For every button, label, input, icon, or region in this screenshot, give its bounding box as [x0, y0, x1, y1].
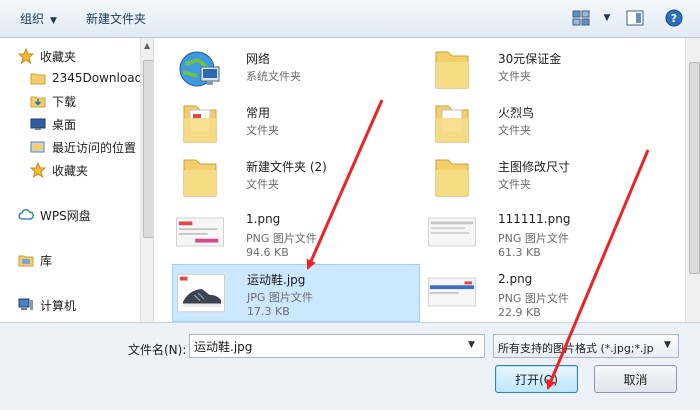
- file-item-folder-flamingo[interactable]: 火烈鸟 文件夹: [424, 98, 664, 150]
- toolbar: 组织 ▼ 新建文件夹 ▼ ?: [0, 0, 700, 38]
- download-folder-icon: [30, 93, 46, 109]
- filename-history-chevron-icon[interactable]: ▼: [468, 340, 475, 350]
- nav-label: 下载: [52, 94, 77, 109]
- library-icon: [18, 252, 34, 268]
- file-name: 1.png: [246, 212, 281, 226]
- file-type: 文件夹: [498, 178, 531, 191]
- file-name: 111111.png: [498, 212, 571, 226]
- folder-icon: [176, 154, 224, 202]
- change-view-icon[interactable]: [570, 8, 592, 28]
- file-item-folder-30yuan[interactable]: 30元保证金 文件夹: [424, 44, 664, 96]
- open-button[interactable]: 打开(O): [495, 365, 578, 393]
- file-name: 30元保证金: [498, 52, 562, 66]
- star-icon: [18, 48, 34, 64]
- network-globe-icon: [176, 46, 224, 94]
- filename-input[interactable]: [189, 334, 485, 358]
- file-item-folder-new-2[interactable]: 新建文件夹 (2) 文件夹: [172, 152, 412, 204]
- file-name: 常用: [246, 106, 271, 120]
- file-size: 17.3 KB: [247, 305, 290, 318]
- filename-label: 文件名(N):: [128, 343, 187, 357]
- desktop-icon: [30, 116, 46, 132]
- file-type: 文件夹: [246, 124, 279, 137]
- image-thumbnail-icon: [428, 208, 476, 256]
- nav-item-desktop[interactable]: 桌面: [30, 114, 76, 134]
- file-type: JPG 图片文件: [247, 291, 313, 304]
- nav-label: 2345Downloads: [52, 71, 149, 85]
- nav-label: 收藏夹: [52, 163, 89, 178]
- star-icon: [30, 162, 46, 178]
- nav-item-recent-places[interactable]: 最近访问的位置: [30, 137, 136, 157]
- filter-chevron-down-icon[interactable]: ▼: [664, 340, 671, 350]
- nav-item-downloads[interactable]: 下载: [30, 91, 76, 111]
- nav-item-wps-cloud[interactable]: WPS网盘: [18, 205, 91, 225]
- nav-scrollbar-thumb[interactable]: [143, 60, 153, 238]
- image-thumbnail-icon: [428, 268, 476, 316]
- nav-item-computer[interactable]: 计算机: [18, 295, 76, 315]
- nav-label: WPS网盘: [40, 208, 91, 223]
- folder-icon: [428, 100, 476, 148]
- file-size: 22.9 KB: [498, 306, 541, 319]
- file-item-network[interactable]: 网络 系统文件夹: [172, 44, 412, 96]
- preview-pane-icon[interactable]: [624, 8, 646, 28]
- new-folder-button[interactable]: 新建文件夹: [86, 10, 146, 27]
- scroll-up-arrow-icon[interactable]: ▲: [144, 41, 150, 50]
- svg-text:?: ?: [671, 12, 677, 25]
- file-type: 文件夹: [498, 124, 531, 137]
- nav-label: 库: [40, 253, 53, 268]
- file-list-scrollbar[interactable]: [685, 38, 700, 322]
- nav-label: 计算机: [40, 298, 77, 313]
- folder-icon: [428, 154, 476, 202]
- nav-label: 桌面: [52, 117, 77, 132]
- nav-item-favorites[interactable]: 收藏夹: [18, 46, 76, 66]
- file-type: 文件夹: [246, 178, 279, 191]
- cloud-icon: [18, 207, 34, 223]
- folder-icon: [428, 46, 476, 94]
- file-type: 系统文件夹: [246, 70, 301, 83]
- help-icon[interactable]: ?: [663, 8, 685, 28]
- file-item-111111-png[interactable]: 111111.png PNG 图片文件 61.3 KB: [424, 206, 664, 259]
- nav-label: 收藏夹: [40, 49, 77, 64]
- image-thumbnail-icon: [176, 208, 224, 256]
- nav-label: 最近访问的位置: [52, 140, 137, 155]
- navigation-pane: 收藏夹 2345Downloads 下载 桌面 最近访问的位置 收藏夹 WPS网…: [0, 38, 154, 322]
- shoe-thumbnail-icon: [177, 269, 225, 317]
- file-item-folder-main-image[interactable]: 主图修改尺寸 文件夹: [424, 152, 664, 204]
- file-name: 网络: [246, 52, 271, 66]
- folder-icon: [176, 100, 224, 148]
- file-name: 主图修改尺寸: [498, 160, 571, 174]
- file-list: 网络 系统文件夹 30元保证金 文件夹 常用 文件夹 火烈鸟 文件夹 新建文件夹…: [154, 38, 700, 322]
- file-size: 61.3 KB: [498, 246, 541, 259]
- organize-menu-button[interactable]: 组织 ▼: [20, 10, 57, 27]
- file-list-scrollbar-thumb[interactable]: [689, 62, 700, 274]
- file-name: 火烈鸟: [498, 106, 535, 120]
- file-name: 2.png: [498, 272, 533, 286]
- nav-item-2345downloads[interactable]: 2345Downloads: [30, 68, 148, 88]
- nav-item-libraries[interactable]: 库: [18, 250, 52, 270]
- nav-scrollbar[interactable]: ▲: [140, 38, 153, 322]
- folder-icon: [30, 70, 46, 86]
- file-type: PNG 图片文件: [498, 292, 569, 305]
- file-name: 新建文件夹 (2): [246, 160, 327, 174]
- file-type-filter-select[interactable]: 所有支持的图片格式 (*.jpg;*.jp: [493, 334, 679, 358]
- cancel-button[interactable]: 取消: [594, 365, 677, 393]
- chevron-down-icon: ▼: [50, 16, 57, 26]
- view-options-chevron-icon[interactable]: ▼: [596, 8, 618, 28]
- file-name: 运动鞋.jpg: [247, 273, 306, 287]
- organize-label: 组织: [20, 12, 45, 26]
- computer-icon: [18, 297, 34, 313]
- file-type: PNG 图片文件: [498, 232, 569, 245]
- file-item-sneaker-jpg[interactable]: 运动鞋.jpg JPG 图片文件 17.3 KB: [172, 264, 420, 322]
- nav-item-favorites-2[interactable]: 收藏夹: [30, 160, 88, 180]
- file-item-1-png[interactable]: 1.png PNG 图片文件 94.6 KB: [172, 206, 412, 259]
- recent-places-icon: [30, 139, 46, 155]
- file-item-folder-common[interactable]: 常用 文件夹: [172, 98, 412, 150]
- file-type: 文件夹: [498, 70, 531, 83]
- file-type: PNG 图片文件: [246, 232, 317, 245]
- file-size: 94.6 KB: [246, 246, 289, 259]
- file-item-2-png[interactable]: 2.png PNG 图片文件 22.9 KB: [424, 266, 664, 319]
